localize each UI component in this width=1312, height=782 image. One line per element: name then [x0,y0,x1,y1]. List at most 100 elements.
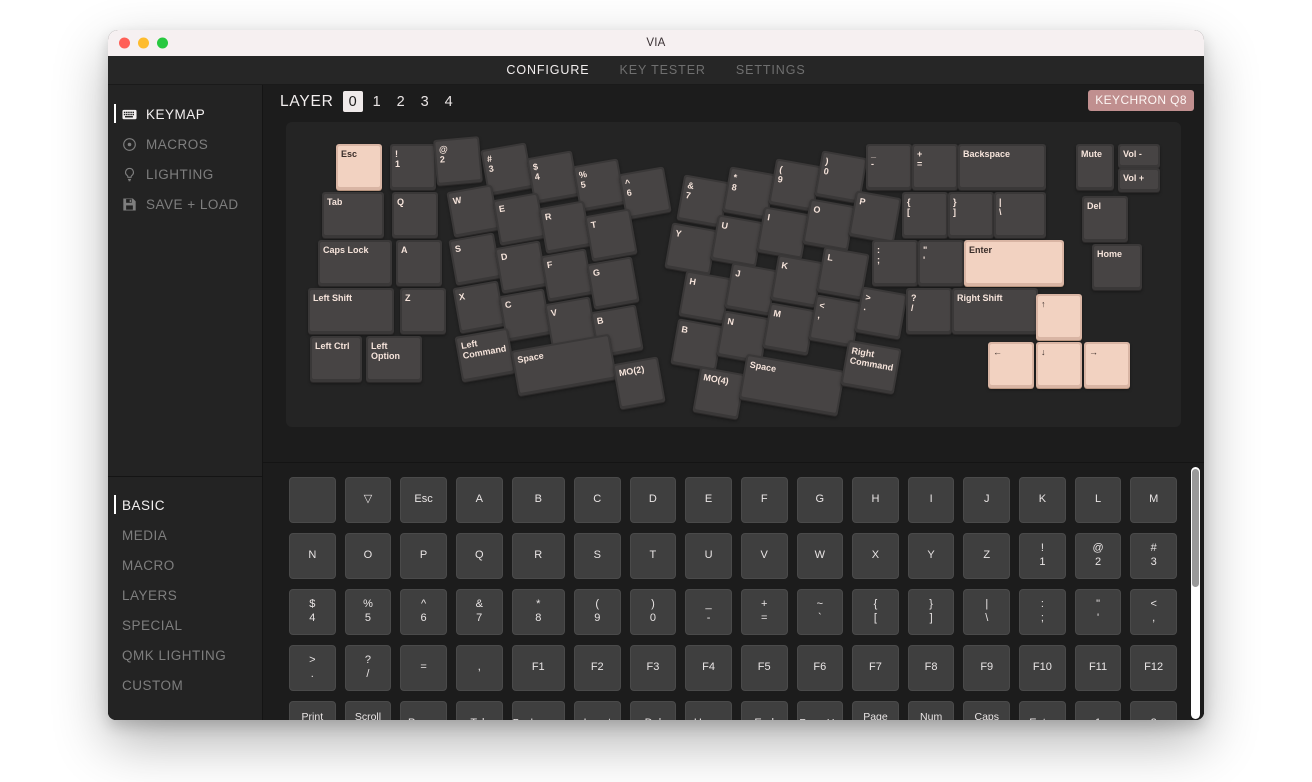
key-picker-button[interactable]: <, [1130,589,1177,635]
key-picker-button[interactable]: F4 [685,645,732,691]
key-picker-button[interactable]: F2 [573,645,621,691]
key-picker-button[interactable]: ^ 6 [400,589,447,635]
layer-button-0[interactable]: 0 [342,91,363,112]
key-picker-button[interactable]: S [573,533,621,579]
keyboard-key[interactable]: A [396,240,442,286]
key-picker-button[interactable]: V [740,533,788,579]
key-picker-button[interactable]: F8 [907,645,955,691]
keyboard-key[interactable]: } ] [948,192,994,238]
key-picker-button[interactable]: A [455,477,503,523]
key-picker-button[interactable]: Q [455,533,503,579]
key-picker-button[interactable]: (9 [573,589,621,635]
category-basic[interactable]: BASIC [108,490,262,520]
maximize-window-icon[interactable] [157,37,168,49]
key-picker-button[interactable]: ~ ` [796,589,844,635]
key-picker-button[interactable]: G [796,477,844,523]
key-picker-button[interactable]: W [796,533,844,579]
keyboard-key[interactable]: MO(4) [692,366,746,420]
key-picker-button[interactable]: F [740,477,788,523]
key-picker-button[interactable]: " ' [1074,589,1122,635]
key-picker-blank[interactable] [289,477,336,523]
key-picker-button[interactable]: $4 [289,589,336,635]
keyboard-key[interactable]: F [540,248,594,302]
keyboard-key[interactable]: D [494,240,548,294]
key-picker-button[interactable]: C [573,477,621,523]
layer-button-2[interactable]: 2 [391,91,411,112]
tab-settings[interactable]: SETTINGS [736,63,806,77]
keyboard-key[interactable]: Vol - [1118,144,1160,168]
category-special[interactable]: SPECIAL [108,610,262,640]
key-picker-button[interactable]: H [852,477,899,523]
keyboard-key[interactable]: Left Shift [308,288,394,334]
key-picker-button[interactable]: }] [907,589,955,635]
keyboard-key[interactable]: Space [738,353,846,417]
key-picker-button[interactable]: , [455,645,503,691]
key-picker-button[interactable]: ! 1 [1019,533,1066,579]
key-picker-button[interactable]: Insert [573,701,621,720]
key-picker-button[interactable]: + = [740,589,788,635]
keyboard-key[interactable]: Y [664,222,718,276]
layer-button-3[interactable]: 3 [415,91,435,112]
keyboard-key[interactable]: R [538,200,592,254]
keyboard-key[interactable]: M [762,302,816,356]
keyboard-key[interactable]: Right Shift [952,288,1038,334]
key-picker-button[interactable]: & 7 [455,589,503,635]
keyboard-key[interactable]: I [756,206,810,260]
keyboard-key[interactable]: Left Ctrl [310,336,362,382]
key-picker-button[interactable]: F11 [1074,645,1122,691]
picker-scrollbar-thumb[interactable] [1192,469,1199,587]
key-picker-button[interactable]: {[ [852,589,899,635]
keyboard-key[interactable]: ! 1 [390,144,436,190]
sidebar-item-macros[interactable]: MACROS [108,129,262,159]
key-picker-button[interactable]: D [629,477,677,523]
key-picker-button[interactable]: >. [289,645,336,691]
key-picker-button[interactable]: #3 [1130,533,1177,579]
key-picker-button[interactable]: I [907,477,955,523]
category-custom[interactable]: CUSTOM [108,670,262,700]
keyboard-key[interactable]: U [710,214,764,268]
key-picker-button[interactable]: @2 [1074,533,1122,579]
keyboard-key[interactable]: | \ [994,192,1046,238]
key-picker-button[interactable]: O [344,533,392,579]
sidebar-item-lighting[interactable]: LIGHTING [108,159,262,189]
key-picker-button[interactable]: F1 [511,645,565,691]
keyboard-key[interactable]: ↑ [1036,294,1082,340]
key-picker-button[interactable]: Pause [400,701,447,720]
key-picker-button[interactable]: T [629,533,677,579]
close-window-icon[interactable] [119,37,130,49]
keyboard-key[interactable]: S [448,232,502,286]
sidebar-item-keymap[interactable]: KEYMAP [108,99,262,129]
key-picker-button[interactable]: PageDown [852,701,899,720]
category-media[interactable]: MEDIA [108,520,262,550]
key-picker-button[interactable]: F7 [852,645,899,691]
tab-configure[interactable]: CONFIGURE [506,63,589,77]
key-picker-button[interactable]: PrintScreen [289,701,336,720]
picker-scrollbar[interactable] [1191,467,1200,719]
keyboard-key[interactable]: X [452,280,506,334]
keyboard-key[interactable]: Enter [964,240,1064,286]
keyboard-key[interactable]: " ' [918,240,964,286]
keyboard-key[interactable]: Z [400,288,446,334]
key-picker-button[interactable]: N [289,533,336,579]
key-picker-button[interactable]: Backspace [511,701,565,720]
key-picker-button[interactable]: U [685,533,732,579]
keyboard-key[interactable]: E [492,192,546,246]
key-picker-button[interactable]: F6 [796,645,844,691]
category-layers[interactable]: LAYERS [108,580,262,610]
category-macro[interactable]: MACRO [108,550,262,580]
keyboard-key[interactable]: W [446,184,500,238]
keyboard-key[interactable]: Left Command [454,327,516,383]
key-picker-button[interactable]: F12 [1130,645,1177,691]
keyboard-key[interactable]: Vol + [1118,168,1160,192]
keyboard-key[interactable]: Tab [322,192,384,238]
key-picker-button[interactable]: F9 [963,645,1011,691]
key-picker-button[interactable]: ScrollLock [344,701,392,720]
key-picker-button[interactable]: B [511,477,565,523]
layer-button-1[interactable]: 1 [367,91,387,112]
tab-key-tester[interactable]: KEY TESTER [620,63,706,77]
key-picker-button[interactable]: Enter [1019,701,1066,720]
minimize-window-icon[interactable] [138,37,149,49]
key-picker-button[interactable]: L [1074,477,1122,523]
key-picker-button[interactable]: CapsLock [963,701,1011,720]
category-qmk-lighting[interactable]: QMK LIGHTING [108,640,262,670]
